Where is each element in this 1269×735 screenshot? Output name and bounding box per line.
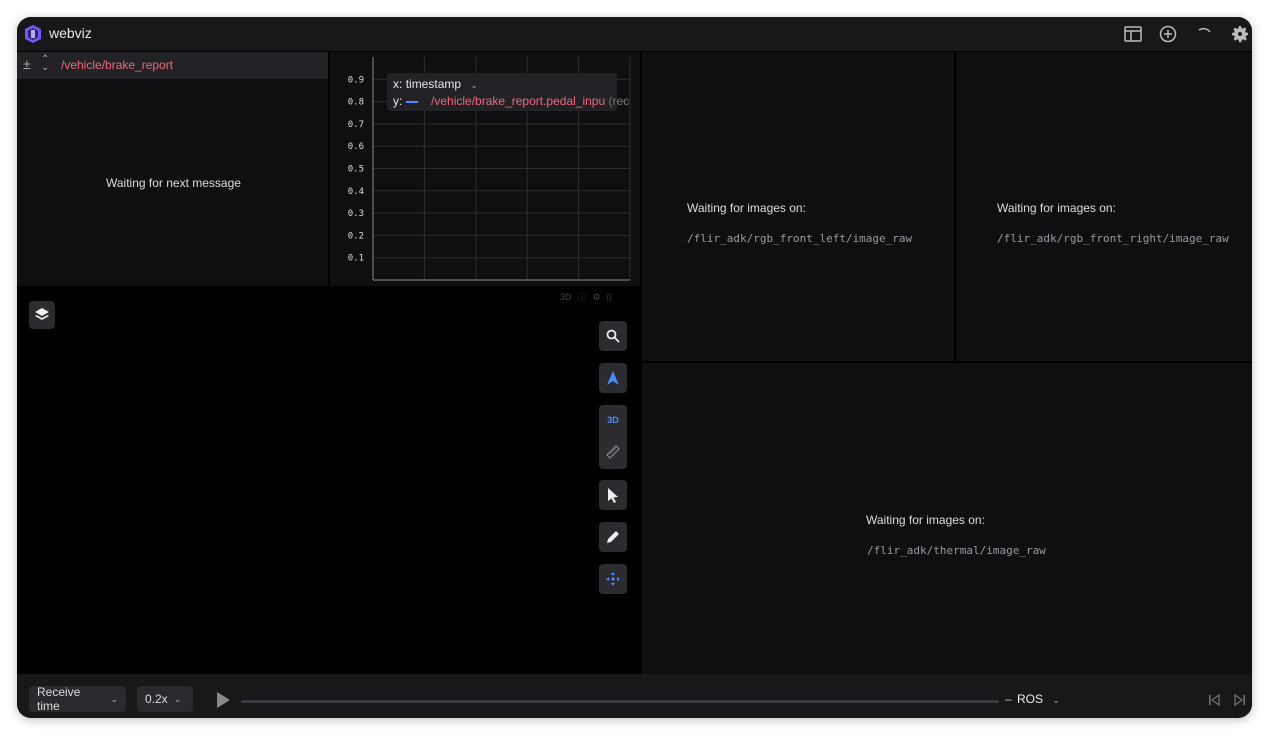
panel-menu-icon[interactable]: ▯ [607,292,612,303]
publish-pose-button[interactable] [599,564,627,594]
raw-messages-header: ± ⌃ ⌄ /vehicle/brake_report [17,52,328,79]
seek-backward-icon[interactable] [1208,694,1220,706]
y-tick-label: 0.6 [348,142,364,152]
title-bar: webviz [17,17,1252,52]
image-topic: /flir_adk/thermal/image_raw [867,544,1046,557]
speed-value: 0.2x [145,692,168,706]
raw-waiting-message: Waiting for next message [106,176,241,190]
speed-select[interactable]: 0.2x ⌄ [137,686,193,712]
image-panel-front-right: Waiting for images on: /flir_adk/rgb_fro… [956,52,1252,361]
y-tick-label: 0.9 [348,75,364,85]
panel-type-badge: 3D [560,292,572,302]
chevron-down-icon: ⌄ [1052,695,1060,705]
legend-y-row[interactable]: y: /vehicle/brake_report.pedal_inpu (rec [393,94,629,108]
navigation-arrow-icon [607,371,619,385]
chevron-down-icon: ⌄ [110,693,118,704]
y-tick-label: 0.5 [348,165,364,175]
image-topic: /flir_adk/rgb_front_left/image_raw [687,232,913,245]
image-waiting-label: Waiting for images on: [997,201,1116,215]
webviz-logo-icon [25,25,41,43]
legend-y-suffix: (rec [608,94,630,108]
draw-button[interactable] [599,522,627,552]
image-panel-thermal: Waiting for images on: /flir_adk/thermal… [642,363,1252,674]
camera-mode-group: 3D [599,405,627,469]
y-tick-label: 0.3 [348,209,364,219]
seek-forward-icon[interactable] [1234,694,1246,706]
legend-x-label: x: [393,77,403,91]
threed-panel[interactable]: 3D ⓘ ⚙ ▯ 3D [17,288,640,674]
time-mode-value: Receive time [37,685,81,713]
legend-y-label: y: [393,94,403,108]
measure-button[interactable] [599,437,627,467]
image-panel-front-left: Waiting for images on: /flir_adk/rgb_fro… [642,52,954,361]
layers-button[interactable] [29,301,55,329]
search-icon [606,329,620,343]
time-format-select[interactable]: ROS ⌄ [1017,692,1060,706]
playback-scrubber[interactable] [241,700,999,703]
settings-gear-icon[interactable] [1230,24,1250,44]
cursor-arrow-icon [608,487,618,503]
help-icon[interactable]: ⓘ [578,291,587,304]
image-topic: /flir_adk/rgb_front_right/image_raw [997,232,1229,245]
select-button[interactable] [599,480,627,510]
raw-topic-input[interactable]: /vehicle/brake_report [61,58,173,72]
legend-y-topic[interactable]: /vehicle/brake_report.pedal_inpu [431,94,605,108]
panel-toolbar: 3D ⓘ ⚙ ▯ [560,290,612,304]
layers-icon [35,308,49,320]
y-tick-label: 0.8 [348,98,364,108]
image-waiting-label: Waiting for images on: [866,513,985,527]
legend-x-value[interactable]: timestamp [406,77,461,91]
y-tick-label: 0.2 [348,231,364,241]
expand-collapse-icon[interactable]: ± [23,56,31,72]
chevron-down-icon[interactable]: ⌄ [470,80,478,90]
app-window: webviz ± ⌃ ⌄ /vehicle/brake_report Waitin… [17,17,1252,718]
search-button[interactable] [599,321,627,351]
y-tick-label: 0.1 [348,254,364,264]
sort-chevron-icon[interactable]: ⌃ ⌄ [41,55,49,73]
legend-x-row[interactable]: x: timestamp ⌄ [393,77,478,91]
pencil-icon [607,531,619,543]
y-tick-label: 0.7 [348,120,364,130]
loading-spinner-icon [1198,27,1211,33]
series-color-swatch [405,100,418,103]
play-icon[interactable] [216,692,230,708]
toggle-3d-button[interactable]: 3D [599,405,627,435]
follow-orientation-button[interactable] [599,363,627,393]
plot-legend[interactable]: x: timestamp ⌄ y: /vehicle/brake_report.… [387,73,629,111]
y-tick-label: 0.4 [348,187,364,197]
image-waiting-label: Waiting for images on: [687,201,806,215]
time-format-value: ROS [1017,692,1044,706]
add-panel-icon[interactable] [1158,24,1178,44]
time-mode-select[interactable]: Receive time ⌄ [29,685,126,713]
playback-bar: Receive time ⌄ 0.2x ⌄ – ROS ⌄ [17,674,1252,718]
raw-messages-panel: ± ⌃ ⌄ /vehicle/brake_report Waiting for n… [17,52,328,286]
ruler-icon [606,445,620,459]
panel-settings-icon[interactable]: ⚙ [593,292,601,303]
chevron-down-icon: ⌄ [173,693,182,704]
move-arrows-icon [606,572,620,586]
layout-icon[interactable] [1123,24,1143,44]
app-title: webviz [49,25,92,41]
time-readout: – [1005,692,1012,706]
